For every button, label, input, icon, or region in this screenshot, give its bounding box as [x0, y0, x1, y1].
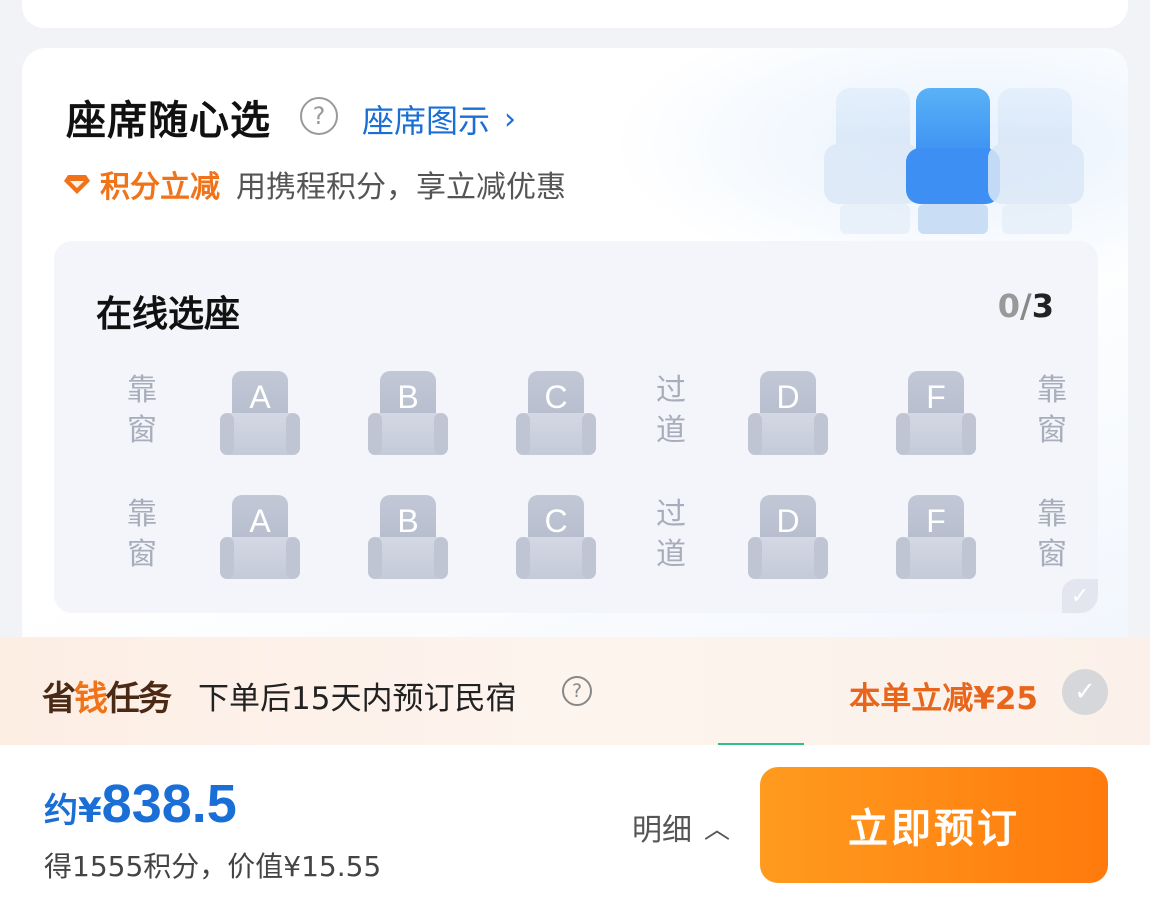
bottom-bar: 约 ¥ 838.5 得1555积分，价值¥15.55 明细 ︿ 立即预订 [0, 745, 1150, 902]
logo-suffix: 任务 [106, 679, 172, 719]
total-price: 约 ¥ 838.5 [44, 773, 237, 835]
seat-legend-label: 座席图示 [362, 102, 491, 140]
seat-row: 靠窗 A B C 过道 D F 靠窗 [54, 371, 1098, 471]
seat-a[interactable]: A [220, 495, 300, 581]
seat-selected-count: 0/3 [998, 287, 1054, 325]
seat-selection-card: 座席随心选 ? 座席图示 › 积分立减 用携程积分，享立减优惠 在线选座 0/3… [22, 48, 1128, 668]
aisle-label: 过道 [656, 373, 686, 448]
seat-letter: A [249, 503, 271, 539]
chevron-right-icon: › [504, 101, 517, 137]
help-icon[interactable]: ? [300, 97, 338, 135]
total-count: 3 [1031, 287, 1054, 325]
help-icon[interactable]: ? [562, 676, 592, 706]
window-label: 靠窗 [127, 497, 157, 572]
seat-c[interactable]: C [516, 371, 596, 457]
seat-d[interactable]: D [748, 495, 828, 581]
points-discount-row: 积分立减 用携程积分，享立减优惠 [64, 162, 566, 206]
seat-a[interactable]: A [220, 371, 300, 457]
seat-letter: D [776, 503, 800, 539]
price-currency: ¥ [78, 791, 102, 831]
seat-f[interactable]: F [896, 371, 976, 457]
seat-row: 靠窗 A B C 过道 D F 靠窗 [54, 495, 1098, 595]
price-detail-toggle[interactable]: 明细 ︿ [632, 805, 730, 849]
seat-letter: F [926, 379, 946, 415]
price-value: 838.5 [101, 774, 237, 834]
seat-illustration [818, 78, 1088, 268]
seat-d[interactable]: D [748, 371, 828, 457]
savings-task-text: 下单后15天内预订民宿 [198, 681, 517, 717]
seat-letter: B [397, 379, 419, 415]
check-icon[interactable]: ✓ [1062, 669, 1108, 715]
diamond-icon [64, 173, 90, 195]
window-label: 靠窗 [1037, 373, 1067, 448]
seat-c[interactable]: C [516, 495, 596, 581]
seat-letter: B [397, 503, 419, 539]
selected-count: 0 [997, 287, 1021, 325]
window-label: 靠窗 [127, 373, 157, 448]
detail-label: 明细 [632, 813, 692, 848]
points-tag: 积分立减 [100, 170, 220, 205]
aisle-label: 过道 [656, 497, 686, 572]
count-separator: / [1020, 287, 1032, 325]
points-earned: 得1555积分，价值¥15.55 [44, 850, 382, 883]
price-prefix: 约 [44, 791, 78, 831]
online-seat-title: 在线选座 [96, 294, 241, 335]
seat-letter: C [544, 503, 568, 539]
seat-b[interactable]: B [368, 371, 448, 457]
points-description: 用携程积分，享立减优惠 [236, 170, 566, 205]
savings-task-logo: 省钱任务 [42, 671, 172, 720]
seat-section-title: 座席随心选 [66, 98, 271, 144]
seat-letter: F [926, 503, 946, 539]
chevron-up-icon: ︿ [704, 814, 731, 845]
seat-letter: C [544, 379, 568, 415]
logo-prefix: 省 [42, 679, 76, 719]
book-now-button[interactable]: 立即预订 [760, 767, 1108, 883]
seat-letter: D [776, 379, 800, 415]
check-icon: ✓ [1062, 579, 1098, 613]
seat-letter: A [249, 379, 271, 415]
window-label: 靠窗 [1037, 497, 1067, 572]
seat-f[interactable]: F [896, 495, 976, 581]
seat-b[interactable]: B [368, 495, 448, 581]
savings-discount: 本单立减¥25 [849, 681, 1038, 717]
online-seat-panel: 在线选座 0/3 靠窗 A B C 过道 D F 靠窗 靠窗 A B C 过道 … [54, 241, 1098, 613]
seat-legend-link[interactable]: 座席图示 › [362, 96, 516, 142]
logo-accent: 钱 [74, 679, 108, 719]
previous-card [22, 0, 1128, 28]
